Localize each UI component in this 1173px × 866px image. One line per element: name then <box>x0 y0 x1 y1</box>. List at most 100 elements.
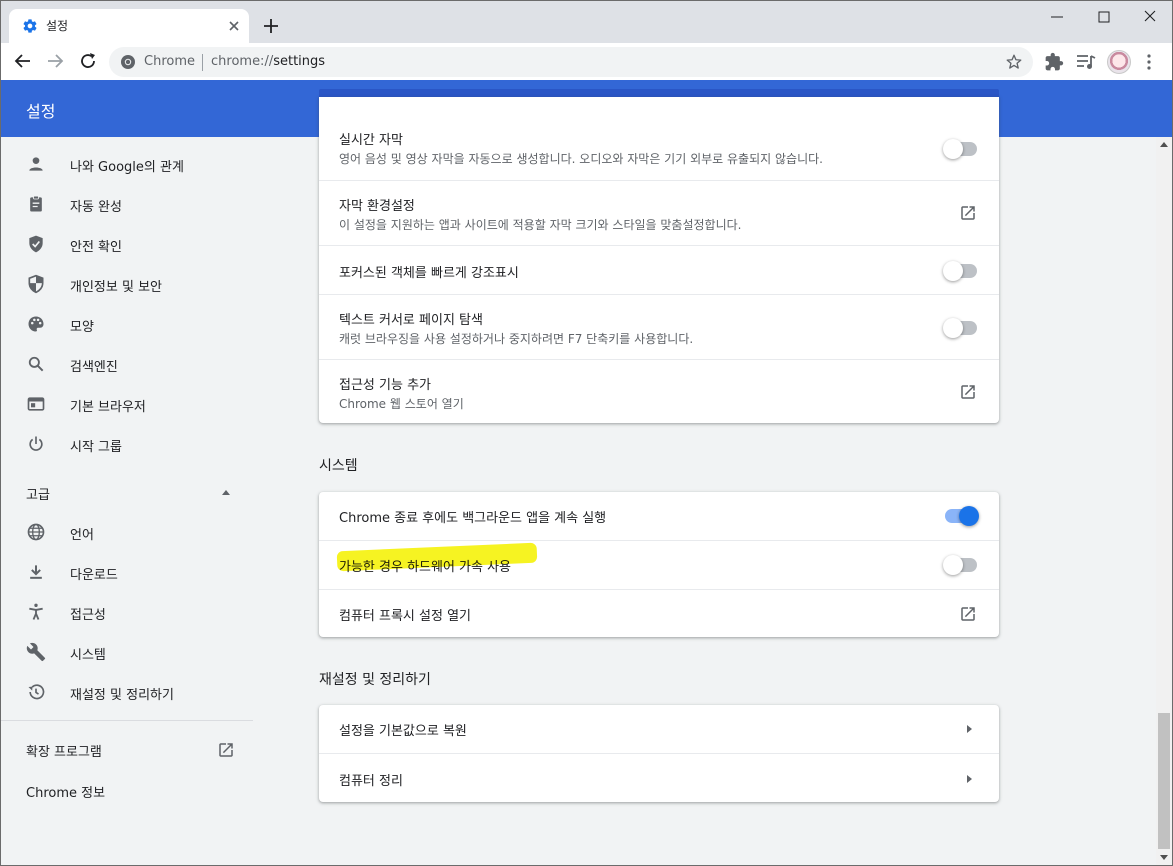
focus-highlight-toggle[interactable] <box>943 261 977 281</box>
scroll-down-arrow-icon[interactable] <box>1160 855 1168 861</box>
scroll-thumb[interactable] <box>1158 713 1170 849</box>
sidebar: 나와 Google의 관계 자동 완성 안전 확인 개인정보 및 보안 모양 검… <box>1 137 253 865</box>
sidebar-item-label: 시스템 <box>70 648 106 663</box>
profile-avatar[interactable] <box>1107 50 1131 74</box>
row-caption-preferences[interactable]: 자막 환경설정 이 설정을 지원하는 앱과 사이트에 적용할 자막 크기와 스타… <box>319 180 999 245</box>
row-proxy-settings[interactable]: 컴퓨터 프록시 설정 열기 <box>319 589 999 637</box>
more-vert-icon[interactable] <box>1143 53 1155 71</box>
page-title: 설정 <box>26 102 56 121</box>
bookmark-star-icon[interactable] <box>1005 53 1023 71</box>
shield-half-icon <box>28 274 44 294</box>
sidebar-item-label: 모양 <box>70 320 94 335</box>
sidebar-item-downloads[interactable]: 다운로드 <box>1 552 253 592</box>
sidebar-item-you-and-google[interactable]: 나와 Google의 관계 <box>1 144 253 184</box>
row-add-accessibility-features[interactable]: 접근성 기능 추가 Chrome 웹 스토어 열기 <box>319 359 999 423</box>
sidebar-item-search-engine[interactable]: 검색엔진 <box>1 344 253 384</box>
sidebar-item-default-browser[interactable]: 기본 브라우저 <box>1 384 253 424</box>
section-title-reset: 재설정 및 정리하기 <box>319 672 431 688</box>
caret-up-icon[interactable] <box>220 488 232 496</box>
scroll-up-arrow-icon[interactable] <box>1160 141 1168 147</box>
row-cleanup-computer[interactable]: 컴퓨터 정리 <box>319 753 999 802</box>
background-apps-toggle[interactable] <box>945 506 979 526</box>
media-control-icon[interactable] <box>1075 52 1097 72</box>
sidebar-item-label: 접근성 <box>70 608 106 623</box>
chrome-icon <box>121 55 135 69</box>
tab-title: 설정 <box>46 19 69 33</box>
sidebar-item-label: 재설정 및 정리하기 <box>70 688 174 703</box>
settings-main: 실시간 자막 영어 음성 및 영상 자막을 자동으로 생성합니다. 오디오와 자… <box>253 97 1156 865</box>
wrench-icon <box>26 642 46 662</box>
sidebar-item-label: 언어 <box>70 528 94 543</box>
open-in-new-icon[interactable] <box>959 204 977 222</box>
open-in-new-icon[interactable] <box>959 383 977 401</box>
omnibox-separator <box>202 54 203 71</box>
power-icon <box>29 436 43 451</box>
open-in-new-icon[interactable] <box>959 605 977 623</box>
sidebar-item-on-startup[interactable]: 시작 그룹 <box>1 424 253 464</box>
reload-icon[interactable] <box>78 51 98 71</box>
sidebar-item-label: 기본 브라우저 <box>70 400 146 415</box>
sidebar-item-label: 개인정보 및 보안 <box>70 280 162 295</box>
hardware-acceleration-toggle[interactable] <box>943 555 977 575</box>
row-subtitle: 이 설정을 지원하는 앱과 사이트에 적용할 자막 크기와 스타일을 맞춤설정합… <box>339 218 742 232</box>
sidebar-item-privacy[interactable]: 개인정보 및 보안 <box>1 264 253 304</box>
puzzle-icon[interactable] <box>1044 52 1064 72</box>
sidebar-advanced-toggle[interactable]: 고급 <box>26 484 50 503</box>
sidebar-item-about-chrome[interactable]: Chrome 정보 <box>26 782 105 801</box>
row-subtitle: 캐럿 브라우징을 사용 설정하거나 중지하려면 F7 단축키를 사용합니다. <box>339 332 694 346</box>
globe-icon <box>27 523 45 541</box>
row-focus-highlight[interactable]: 포커스된 객체를 빠르게 강조표시 <box>319 245 999 294</box>
close-icon[interactable] <box>225 17 243 35</box>
open-in-new-icon[interactable] <box>217 741 235 759</box>
row-title: 컴퓨터 프록시 설정 열기 <box>339 609 471 624</box>
site-label: Chrome <box>144 54 195 69</box>
minimize-icon[interactable] <box>1047 9 1067 25</box>
url-host: settings <box>273 54 326 69</box>
row-title: 접근성 기능 추가 <box>339 378 431 393</box>
sidebar-item-label: 시작 그룹 <box>70 440 122 455</box>
sidebar-item-autofill[interactable]: 자동 완성 <box>1 184 253 224</box>
gear-icon <box>23 19 37 33</box>
row-live-caption[interactable]: 실시간 자막 영어 음성 및 영상 자막을 자동으로 생성합니다. 오디오와 자… <box>319 97 999 180</box>
forward-arrow-icon[interactable] <box>45 51 65 71</box>
browser-window: 설정 Chrome chrome://settings 설정 설정 검색 나와 … <box>0 0 1173 866</box>
browser-window-icon <box>27 397 45 411</box>
maximize-icon[interactable] <box>1094 8 1114 26</box>
sidebar-item-languages[interactable]: 언어 <box>1 512 253 552</box>
row-title: 포커스된 객체를 빠르게 강조표시 <box>339 266 519 281</box>
accessibility-card: 실시간 자막 영어 음성 및 영상 자막을 자동으로 생성합니다. 오디오와 자… <box>319 97 999 423</box>
sidebar-item-label: 다운로드 <box>70 568 118 583</box>
person-icon <box>29 157 43 171</box>
caret-browsing-toggle[interactable] <box>943 318 977 338</box>
sidebar-item-extensions[interactable]: 확장 프로그램 <box>26 741 102 760</box>
sidebar-item-accessibility[interactable]: 접근성 <box>1 592 253 632</box>
sidebar-item-appearance[interactable]: 모양 <box>1 304 253 344</box>
url-text[interactable]: chrome://settings <box>211 54 325 69</box>
back-arrow-icon[interactable] <box>13 51 33 71</box>
sidebar-item-system[interactable]: 시스템 <box>1 632 253 672</box>
sidebar-item-label: 나와 Google의 관계 <box>70 160 184 175</box>
row-background-apps[interactable]: Chrome 종료 후에도 백그라운드 앱을 계속 실행 <box>319 492 999 540</box>
reset-card: 설정을 기본값으로 복원 컴퓨터 정리 <box>319 705 999 802</box>
window-close-icon[interactable] <box>1139 7 1161 27</box>
row-caret-browsing[interactable]: 텍스트 커서로 페이지 탐색 캐럿 브라우징을 사용 설정하거나 중지하려면 F… <box>319 294 999 359</box>
sidebar-item-safety-check[interactable]: 안전 확인 <box>1 224 253 264</box>
row-title: 자막 환경설정 <box>339 199 415 214</box>
search-icon <box>28 356 44 372</box>
sidebar-item-reset[interactable]: 재설정 및 정리하기 <box>1 672 253 712</box>
url-scheme: chrome:// <box>211 54 274 69</box>
restore-icon <box>28 684 45 700</box>
new-tab-plus-icon[interactable] <box>261 16 281 36</box>
shield-check-icon <box>29 235 43 253</box>
row-title: 컴퓨터 정리 <box>339 774 403 789</box>
address-bar[interactable]: Chrome chrome://settings <box>109 47 1033 77</box>
row-title: Chrome 종료 후에도 백그라운드 앱을 계속 실행 <box>339 511 607 526</box>
row-restore-defaults[interactable]: 설정을 기본값으로 복원 <box>319 705 999 753</box>
live-caption-toggle[interactable] <box>943 139 977 159</box>
scrollbar[interactable] <box>1156 137 1172 865</box>
arrow-right-icon <box>967 775 972 783</box>
clipboard-icon <box>30 195 42 212</box>
row-title: 텍스트 커서로 페이지 탐색 <box>339 313 483 328</box>
browser-toolbar: Chrome chrome://settings <box>1 43 1172 80</box>
tab-settings[interactable]: 설정 <box>9 9 249 43</box>
